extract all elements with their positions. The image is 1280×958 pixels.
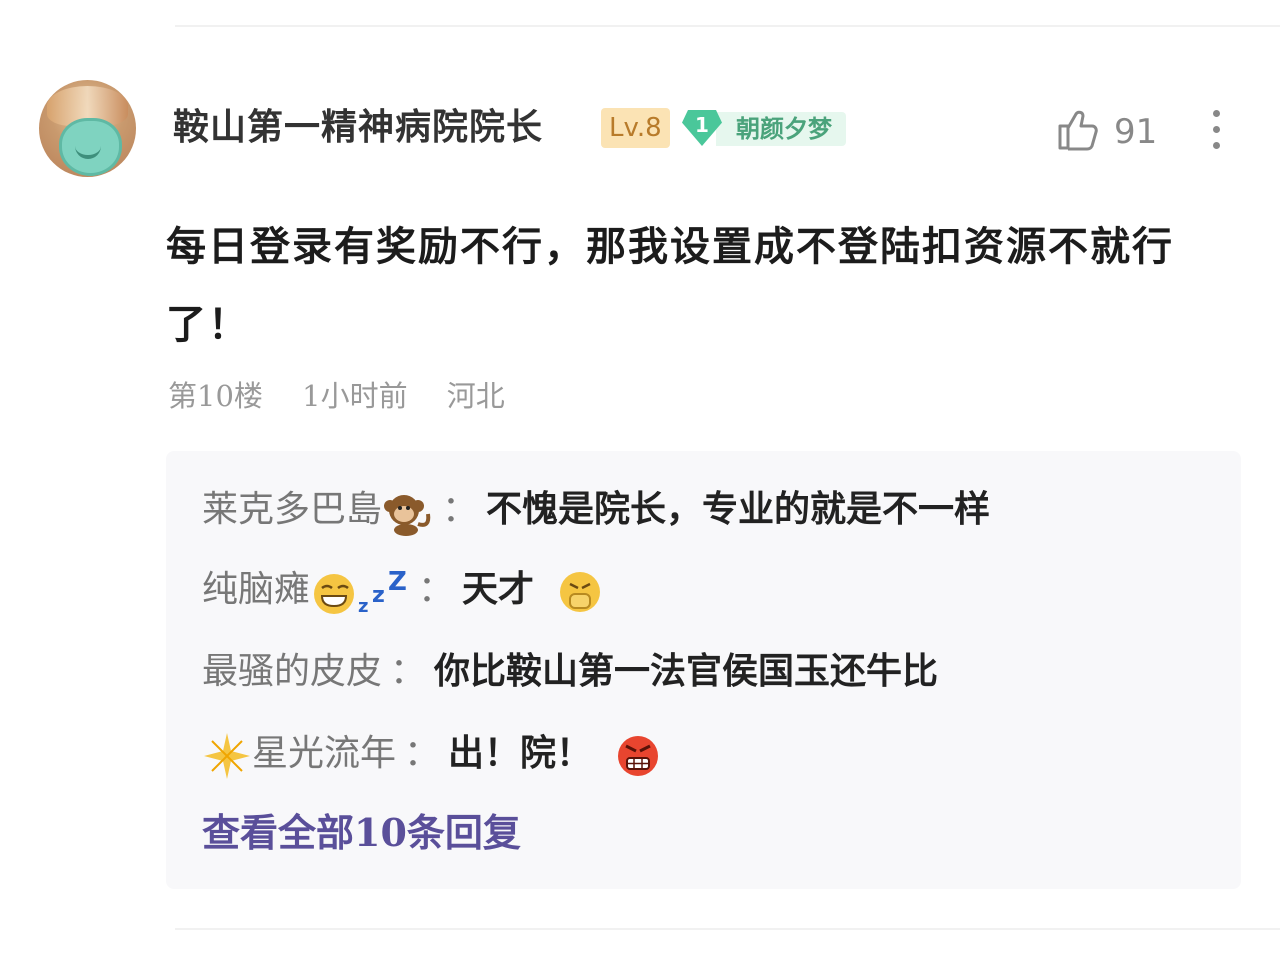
reply-text: 你比鞍山第一法官侯国玉还牛比 <box>434 650 939 692</box>
reply-text: 出！院！ <box>448 732 593 774</box>
reply-item[interactable]: 莱克多巴島 ：不愧是院长，专业的就是不一样 <box>202 485 990 536</box>
angry-face-icon <box>617 736 658 776</box>
username[interactable]: 鞍山第一精神病院院长 <box>173 104 543 150</box>
fan-badge[interactable]: 朝颜夕梦 1 <box>682 106 858 150</box>
reply-author[interactable]: 最骚的皮皮 <box>202 651 382 692</box>
reply-item[interactable]: 纯脑瘫 z z Z ：天才 <box>202 565 606 618</box>
reply-author[interactable]: 莱克多巴島 <box>202 489 382 530</box>
like-count: 91 <box>1114 112 1158 152</box>
view-all-replies-link[interactable]: 查看全部10条回复 <box>202 808 521 858</box>
reply-author[interactable]: 纯脑瘫 <box>202 569 310 610</box>
svg-text:Z: Z <box>388 567 407 597</box>
reply-item[interactable]: 星光流年：出！院！ <box>202 729 664 781</box>
comment-text: 每日登录有奖励不行，那我设置成不登陆扣资源不就行了！ <box>166 223 1174 348</box>
thumbs-up-icon <box>1058 110 1098 151</box>
monkey-icon <box>384 495 431 536</box>
fist-face-icon <box>559 572 600 612</box>
reply-text: 天才 <box>462 568 535 610</box>
comment-meta: 第10楼 1小时前 河北 <box>168 373 535 415</box>
location: 河北 <box>446 379 505 413</box>
avatar[interactable] <box>39 80 136 177</box>
bottom-divider <box>175 928 1280 930</box>
more-options-icon[interactable] <box>1205 106 1229 154</box>
floor-number: 第10楼 <box>168 379 263 413</box>
top-divider <box>175 25 1280 27</box>
reply-author[interactable]: 星光流年 <box>252 733 396 774</box>
reply-text: 不愧是院长，专业的就是不一样 <box>486 488 991 530</box>
reply-panel: 莱克多巴島 ：不愧是院长，专业的就是不一样 纯脑瘫 z z Z ：天才 最骚的皮… <box>166 451 1241 889</box>
sparkle-icon <box>204 733 250 779</box>
fan-badge-name: 朝颜夕梦 <box>716 112 846 146</box>
sleepy-grin-icon: z z Z <box>314 567 407 617</box>
svg-text:z: z <box>372 583 385 608</box>
post-time: 1小时前 <box>302 379 408 413</box>
level-badge: Lv.8 <box>601 108 670 148</box>
svg-text:z: z <box>358 596 368 617</box>
reply-item[interactable]: 最骚的皮皮：你比鞍山第一法官侯国玉还牛比 <box>202 647 938 696</box>
